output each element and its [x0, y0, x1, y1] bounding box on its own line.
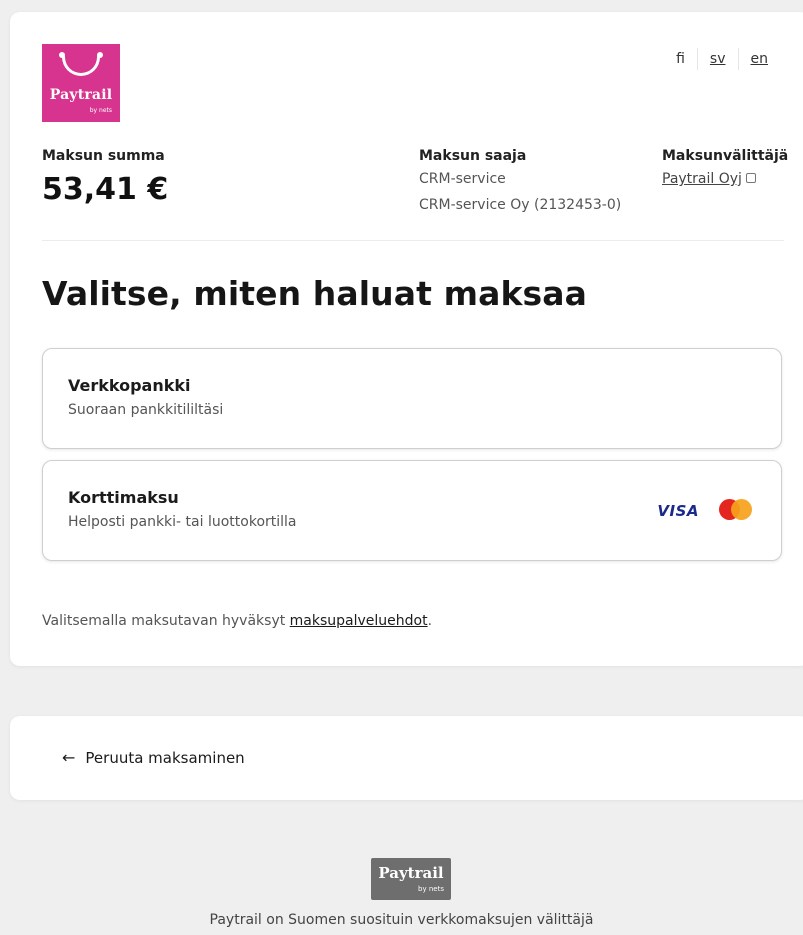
option-title: Verkkopankki [68, 376, 191, 395]
terms-text: Valitsemalla maksutavan hyväksyt [42, 613, 290, 629]
language-en[interactable]: en [739, 50, 781, 68]
option-description: Helposti pankki- tai luottokortilla [68, 514, 297, 530]
payment-option-online-bank[interactable]: Verkkopankki Suoraan pankkitililtäsi [42, 348, 782, 449]
divider [42, 240, 784, 241]
recipient-company: CRM-service Oy (2132453-0) [419, 197, 622, 213]
terms-suffix: . [427, 613, 433, 629]
cancel-label: Peruuta maksaminen [85, 748, 245, 767]
arrow-left-icon: ← [62, 748, 76, 767]
cancel-payment-button[interactable]: ← Peruuta maksaminen [62, 748, 245, 767]
mastercard-orange-circle [731, 499, 752, 520]
terms-link[interactable]: maksupalveluehdot [290, 613, 428, 629]
language-fi[interactable]: fi [664, 50, 697, 68]
page-title: Valitse, miten haluat maksaa [42, 274, 587, 313]
payment-card: Paytrail by nets fi sv en Maksun summa 5… [10, 12, 803, 666]
shopping-bag-icon [62, 56, 100, 76]
mastercard-logo [719, 499, 753, 521]
payment-option-card[interactable]: Korttimaksu Helposti pankki- tai luottok… [42, 460, 782, 561]
cancel-card: ← Peruuta maksaminen [10, 716, 803, 800]
footer-tagline: Paytrail on Suomen suosituin verkkomaksu… [209, 912, 594, 928]
logo-brand: Paytrail [49, 87, 113, 103]
payment-amount: 53,41 € [42, 172, 169, 207]
provider-label: Maksunvälittäjä [662, 148, 789, 164]
footer-logo-by-nets: by nets [418, 885, 444, 893]
language-sv[interactable]: sv [698, 50, 738, 68]
paytrail-logo: Paytrail by nets [42, 44, 120, 122]
recipient-name: CRM-service [419, 171, 506, 187]
option-title: Korttimaksu [68, 488, 179, 507]
logo-by-nets: by nets [89, 107, 112, 114]
option-description: Suoraan pankkitililtäsi [68, 402, 224, 418]
terms-notice: Valitsemalla maksutavan hyväksyt maksupa… [42, 613, 432, 629]
external-link-icon [745, 173, 756, 183]
recipient-label: Maksun saaja [419, 148, 527, 164]
provider-link-wrap: Paytrail Oyj [662, 171, 756, 187]
language-selector: fi sv en [664, 48, 780, 70]
visa-logo: VISA [657, 502, 699, 520]
provider-link[interactable]: Paytrail Oyj [662, 171, 742, 187]
footer-paytrail-logo: Paytrail by nets [371, 858, 451, 900]
footer-logo-brand: Paytrail [378, 864, 444, 882]
amount-label: Maksun summa [42, 148, 165, 164]
